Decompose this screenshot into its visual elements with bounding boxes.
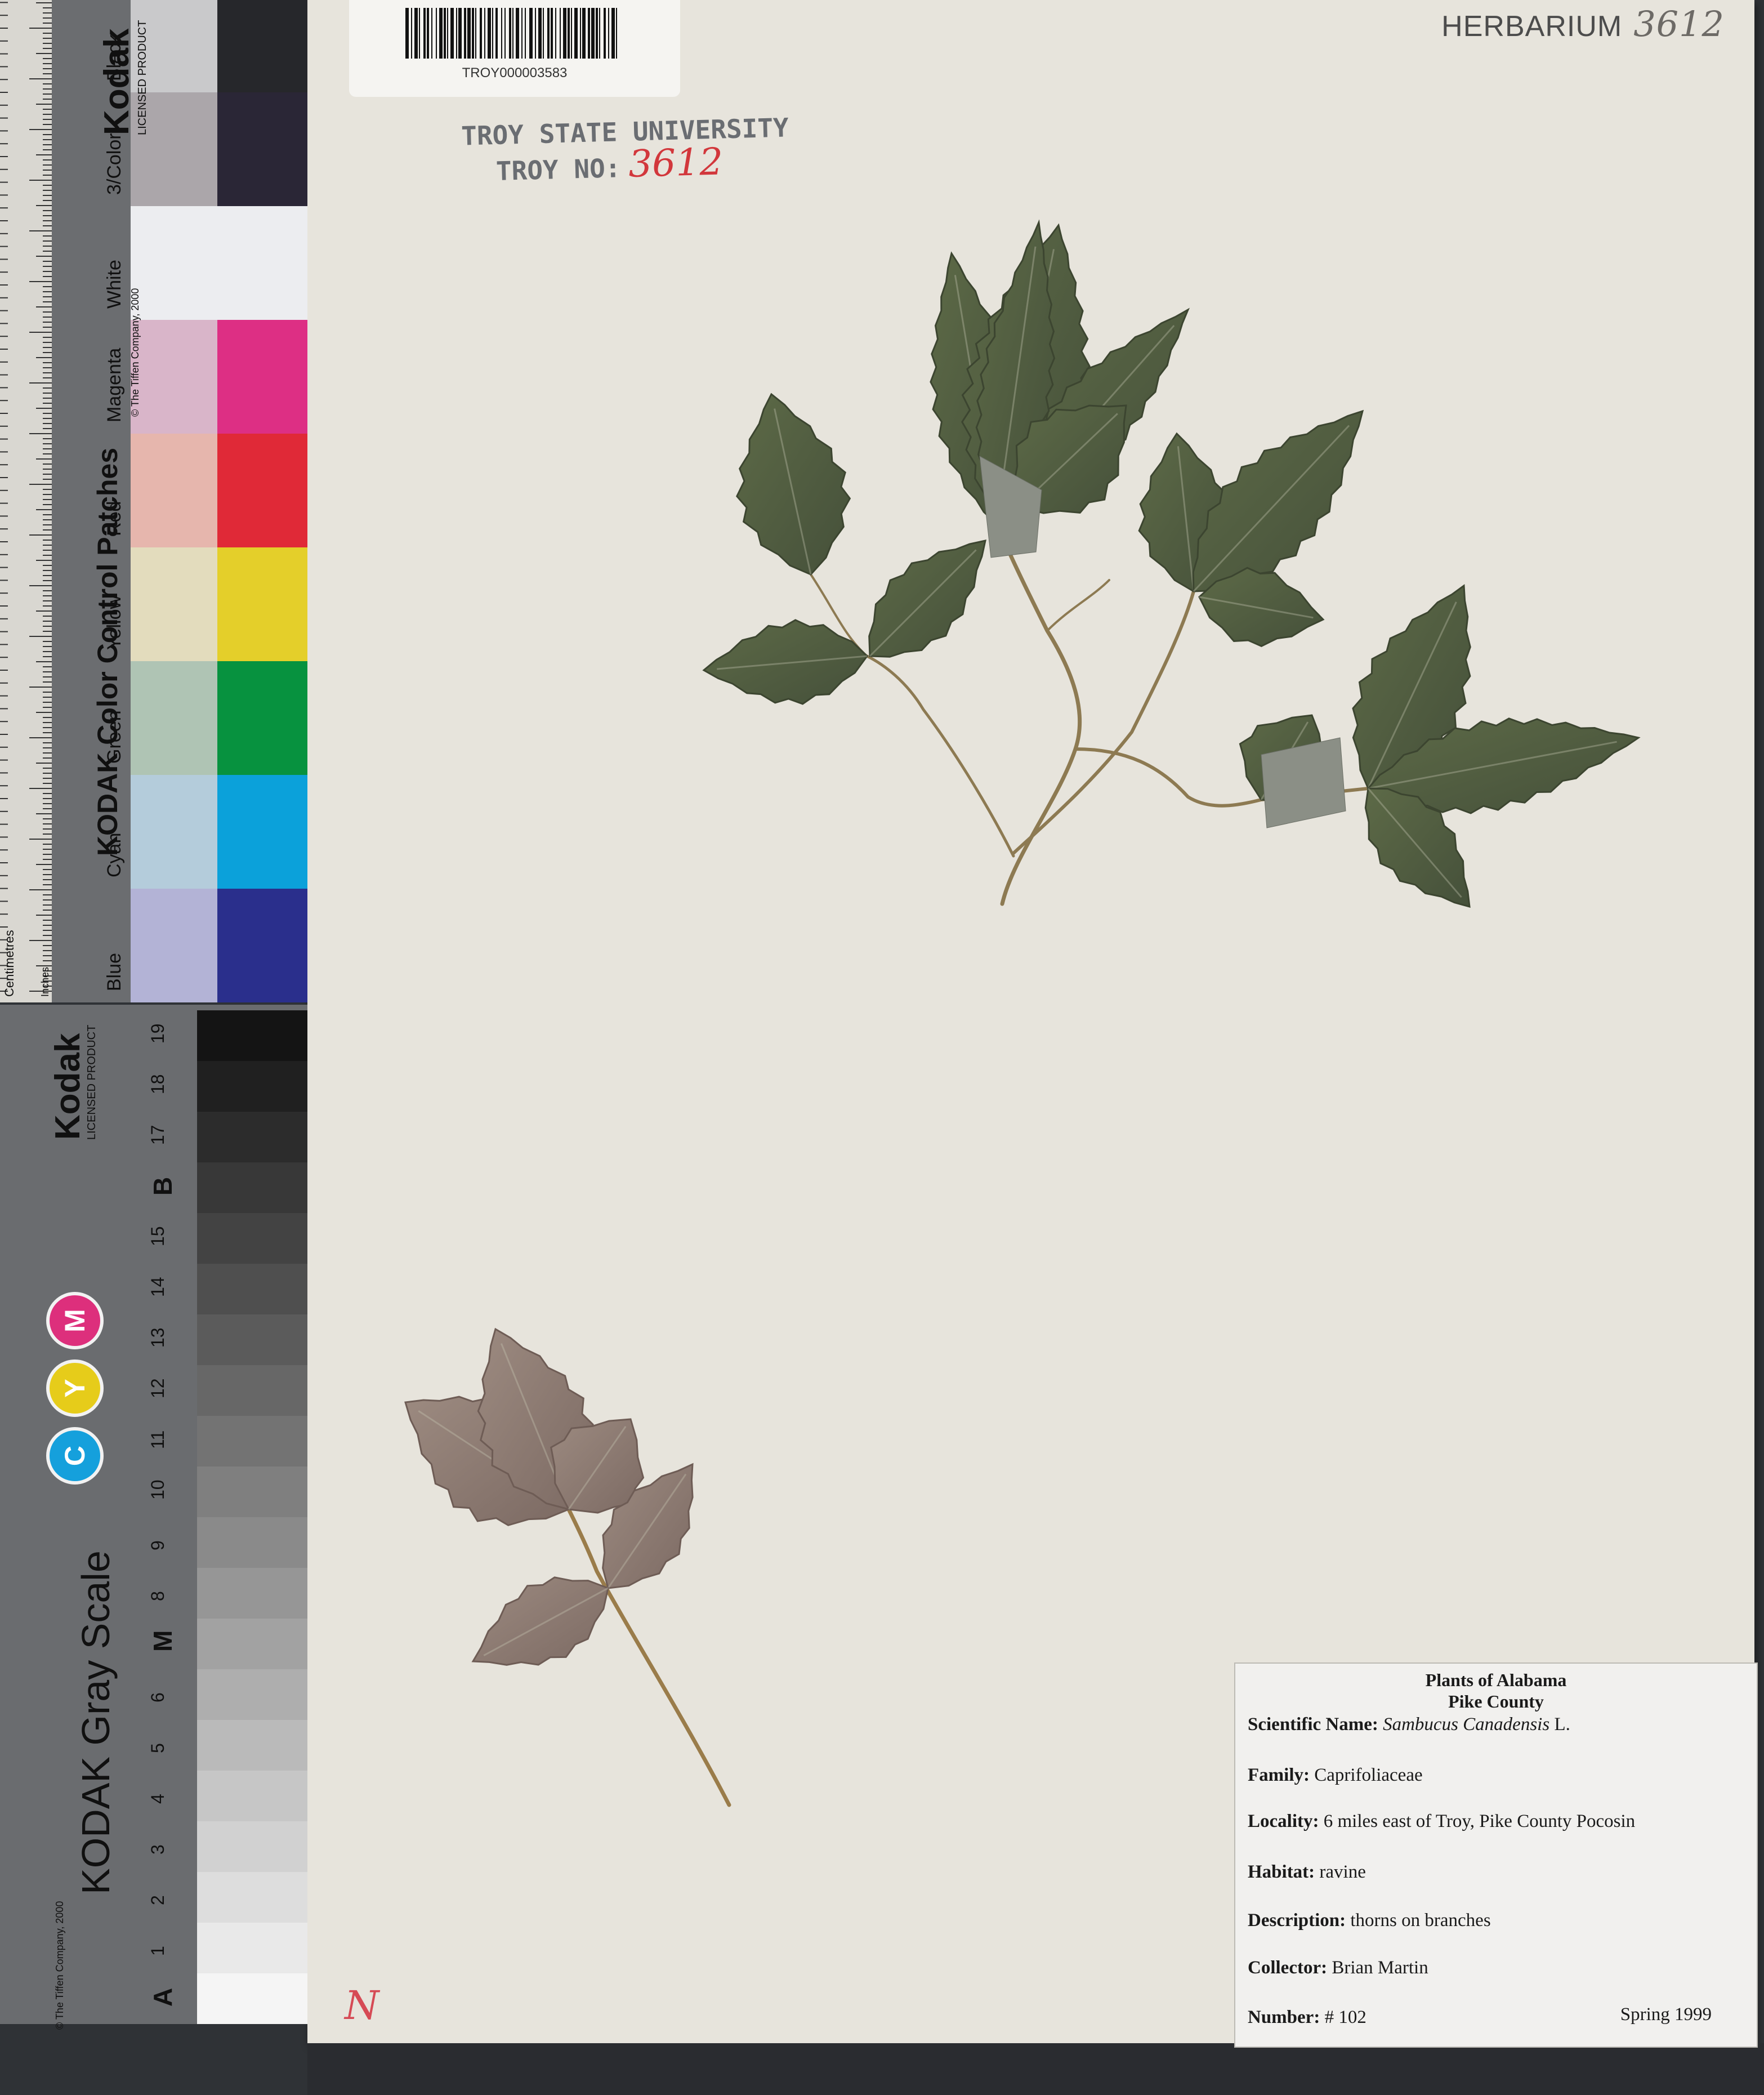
leaflet bbox=[736, 393, 851, 576]
specimen-label: Plants of Alabama Pike County Scientific… bbox=[1234, 1662, 1758, 2048]
upper-specimen bbox=[702, 219, 1641, 908]
author: L. bbox=[1554, 1714, 1570, 1735]
leaflet bbox=[702, 619, 868, 705]
margin-mark: N bbox=[345, 1982, 379, 2029]
collection-date: Spring 1999 bbox=[1620, 2004, 1712, 2025]
locality-label: Locality: bbox=[1248, 1811, 1319, 1831]
number: # 102 bbox=[1324, 2007, 1366, 2027]
description-row: Description: thorns on branches bbox=[1248, 1910, 1491, 1931]
habitat-row: Habitat: ravine bbox=[1248, 1862, 1366, 1883]
stem bbox=[1046, 579, 1110, 632]
stem bbox=[865, 654, 1015, 858]
habitat: ravine bbox=[1319, 1862, 1366, 1882]
family-label: Family: bbox=[1248, 1765, 1310, 1785]
family: Caprifoliaceae bbox=[1314, 1765, 1423, 1785]
number-row: Number: # 102 bbox=[1248, 2007, 1366, 2028]
scientific-name-label: Scientific Name: bbox=[1248, 1714, 1378, 1735]
stem bbox=[1012, 590, 1195, 855]
number-label: Number: bbox=[1248, 2007, 1320, 2027]
scientific-name: Sambucus Canadensis bbox=[1383, 1714, 1550, 1735]
family-row: Family: Caprifoliaceae bbox=[1248, 1765, 1423, 1786]
scientific-name-row: Scientific Name: Sambucus Canadensis L. bbox=[1248, 1714, 1570, 1735]
description-label: Description: bbox=[1248, 1910, 1346, 1931]
collector-label: Collector: bbox=[1248, 1958, 1328, 1978]
lower-specimen bbox=[404, 1327, 731, 1807]
collector-row: Collector: Brian Martin bbox=[1248, 1958, 1428, 1978]
leaflet bbox=[471, 1576, 609, 1666]
habitat-label: Habitat: bbox=[1248, 1862, 1315, 1882]
label-title-line1: Plants of Alabama bbox=[1425, 1670, 1567, 1690]
locality: 6 miles east of Troy, Pike County Pocosi… bbox=[1323, 1811, 1636, 1831]
collector: Brian Martin bbox=[1332, 1958, 1428, 1978]
label-title-line2: Pike County bbox=[1448, 1691, 1544, 1711]
label-title: Plants of Alabama Pike County bbox=[1235, 1669, 1757, 1712]
locality-row: Locality: 6 miles east of Troy, Pike Cou… bbox=[1248, 1811, 1635, 1832]
description: thorns on branches bbox=[1350, 1910, 1491, 1931]
